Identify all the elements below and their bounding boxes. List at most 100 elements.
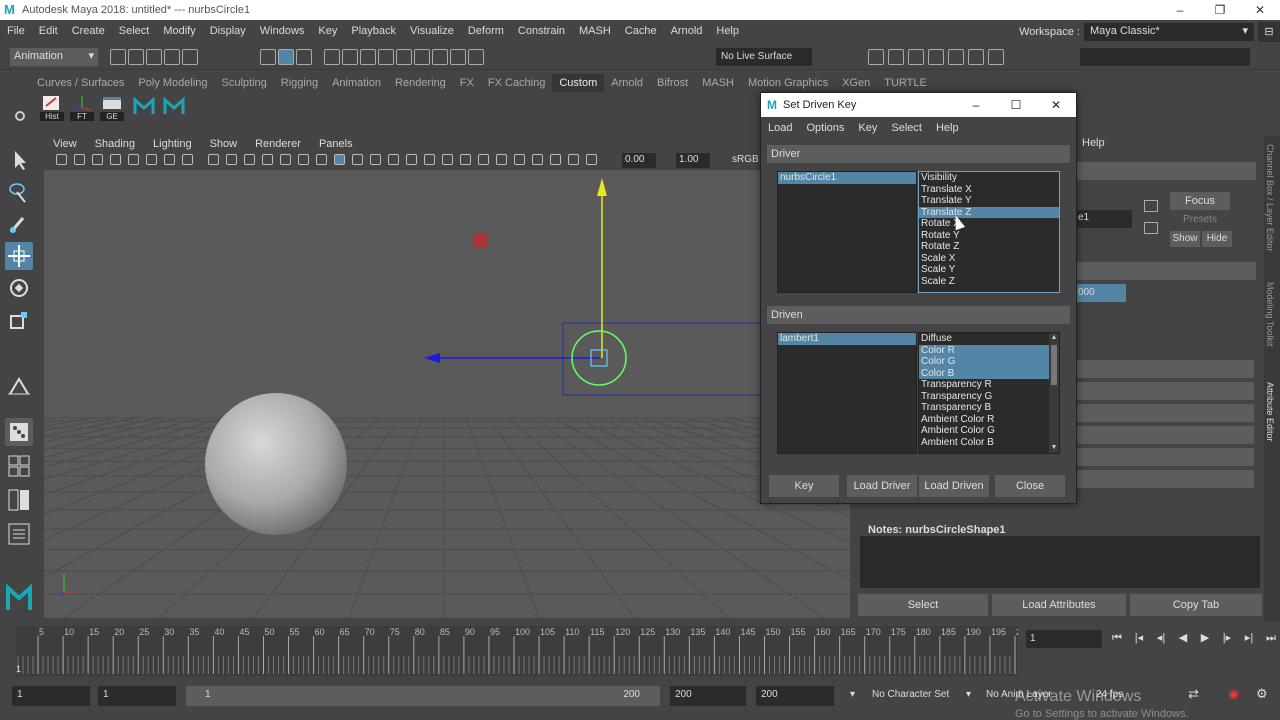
driver-attribute-item[interactable]: Translate X (919, 184, 1059, 196)
driven-attribute-item[interactable]: Color R (919, 344, 1049, 356)
new-scene-icon[interactable] (110, 49, 126, 65)
history-shelf-button[interactable]: Hist (40, 94, 64, 121)
construction-history-icon[interactable] (468, 49, 484, 65)
scroll-up-icon[interactable]: ▲ (1049, 333, 1059, 343)
driven-attribute-item[interactable]: Transparency G (919, 391, 1049, 403)
panel-toolbar-icon[interactable] (352, 154, 363, 165)
move-tool-icon[interactable] (5, 242, 33, 270)
panel-toolbar-icon[interactable] (478, 154, 489, 165)
snap-projected-icon[interactable] (378, 49, 394, 65)
gamma-field[interactable]: 1.00 (676, 153, 710, 168)
scroll-thumb[interactable] (1051, 345, 1057, 385)
y-axis-arrow-icon[interactable] (597, 178, 607, 196)
snap-view-icon[interactable] (414, 49, 430, 65)
dialog-menu-options[interactable]: Options (799, 119, 851, 137)
playback-start-field[interactable]: 1 (98, 686, 176, 706)
paint-select-tool-icon[interactable] (5, 210, 33, 238)
outliner-layout-icon[interactable] (5, 520, 33, 548)
driver-attribute-item[interactable]: Translate Y (919, 195, 1059, 207)
render-view-icon[interactable] (948, 49, 964, 65)
shelf-tab-curves-surfaces[interactable]: Curves / Surfaces (30, 74, 131, 92)
panel-toolbar-icon[interactable] (586, 154, 597, 165)
shelf-tab-poly-modeling[interactable]: Poly Modeling (131, 74, 214, 92)
dialog-menu-key[interactable]: Key (851, 119, 884, 137)
panel-toolbar-icon[interactable] (128, 154, 139, 165)
auto-key-icon[interactable]: ◉ (1228, 686, 1239, 702)
dialog-menu-help[interactable]: Help (929, 119, 966, 137)
menu-modify[interactable]: Modify (156, 25, 202, 37)
command-input[interactable] (1080, 48, 1250, 66)
render-settings-icon[interactable] (868, 49, 884, 65)
shelf-tab-bifrost[interactable]: Bifrost (650, 74, 695, 92)
driven-attribute-item[interactable]: Ambient Color B (919, 437, 1049, 449)
rotate-tool-icon[interactable] (5, 274, 33, 302)
open-scene-icon[interactable] (128, 49, 144, 65)
current-frame-field[interactable]: 1 (1026, 630, 1102, 648)
panel-menu-renderer[interactable]: Renderer (246, 136, 310, 152)
restore-icon[interactable]: ❐ (1200, 0, 1240, 20)
panel-toolbar-icon[interactable] (74, 154, 85, 165)
panel-menu-shading[interactable]: Shading (86, 136, 144, 152)
undo-icon[interactable] (164, 49, 180, 65)
key-button[interactable]: Key (769, 475, 839, 497)
panel-toolbar-icon[interactable] (514, 154, 525, 165)
panel-toolbar-icon[interactable] (442, 154, 453, 165)
driver-attribute-list[interactable]: Visibility Translate X Translate Y Translat… (918, 171, 1060, 293)
shelf-tab-fx-caching[interactable]: FX Caching (481, 74, 552, 92)
output-ops-icon[interactable] (450, 49, 466, 65)
hide-button[interactable]: Hide (1202, 231, 1232, 247)
panel-toolbar-icon[interactable] (370, 154, 381, 165)
scale-tool-icon[interactable] (5, 306, 33, 334)
menu-key[interactable]: Key (311, 25, 344, 37)
driven-attribute-item[interactable]: Transparency B (919, 402, 1049, 414)
sphere-object[interactable] (205, 393, 347, 535)
menu-help[interactable]: Help (709, 25, 746, 37)
workspace-dropdown[interactable]: Maya Classic* (1084, 23, 1254, 41)
four-view-icon[interactable] (5, 452, 33, 480)
animation-end-field[interactable]: 200 (756, 686, 834, 706)
play-forward-icon[interactable]: ▶ (1196, 630, 1214, 646)
dialog-minimize-icon[interactable]: – (956, 93, 996, 117)
mash-shelf-icon[interactable] (162, 94, 186, 120)
driven-list-scrollbar[interactable]: ▲ ▼ (1049, 333, 1059, 453)
load-driver-button[interactable]: Load Driver (847, 475, 917, 497)
panel-toolbar-icon[interactable] (262, 154, 273, 165)
character-set-dropdown-icon[interactable]: ▾ (850, 689, 855, 700)
tab-modeling-toolkit[interactable]: Modeling Toolkit (1265, 282, 1275, 346)
select-tool-icon[interactable] (5, 146, 33, 174)
driver-frame-header[interactable]: Driver (767, 145, 1070, 163)
live-surface-field[interactable]: No Live Surface (716, 48, 812, 66)
shelf-tab-rendering[interactable]: Rendering (388, 74, 453, 92)
dialog-maximize-icon[interactable]: ☐ (996, 93, 1036, 117)
snap-grid-icon[interactable] (324, 49, 340, 65)
color-space-label[interactable]: sRGB (732, 154, 759, 165)
driver-attribute-item[interactable]: Scale X (919, 253, 1059, 265)
menu-deform[interactable]: Deform (461, 25, 511, 37)
menu-constrain[interactable]: Constrain (511, 25, 572, 37)
loop-icon[interactable]: ⇄ (1188, 686, 1199, 702)
select-object-icon[interactable] (278, 49, 294, 65)
panel-toolbar-icon[interactable] (334, 154, 345, 165)
shelf-tab-custom[interactable]: Custom (552, 74, 605, 92)
shelf-settings-icon[interactable] (10, 106, 34, 132)
select-component-icon[interactable] (296, 49, 312, 65)
driven-object-list[interactable]: lambert1 (777, 332, 917, 454)
menu-playback[interactable]: Playback (344, 25, 403, 37)
go-to-end-icon[interactable]: ⏭ (1262, 630, 1280, 646)
panel-toolbar-icon[interactable] (56, 154, 67, 165)
dialog-menu-select[interactable]: Select (884, 119, 929, 137)
playback-end-field[interactable]: 200 (670, 686, 746, 706)
shelf-tab-fx[interactable]: FX (453, 74, 481, 92)
panel-menu-lighting[interactable]: Lighting (144, 136, 201, 152)
panel-toolbar-icon[interactable] (208, 154, 219, 165)
panel-toolbar-icon[interactable] (298, 154, 309, 165)
shelf-tab-rigging[interactable]: Rigging (274, 74, 325, 92)
driver-attribute-item[interactable]: Rotate X (919, 218, 1059, 230)
panel-toolbar-icon[interactable] (226, 154, 237, 165)
shelf-tab-animation[interactable]: Animation (325, 74, 388, 92)
step-forward-frame-icon[interactable]: |▸ (1218, 630, 1236, 646)
panel-toolbar-icon[interactable] (110, 154, 121, 165)
step-back-frame-icon[interactable]: ◂| (1152, 630, 1170, 646)
load-driven-button[interactable]: Load Driven (919, 475, 989, 497)
pause-icon[interactable] (988, 49, 1004, 65)
